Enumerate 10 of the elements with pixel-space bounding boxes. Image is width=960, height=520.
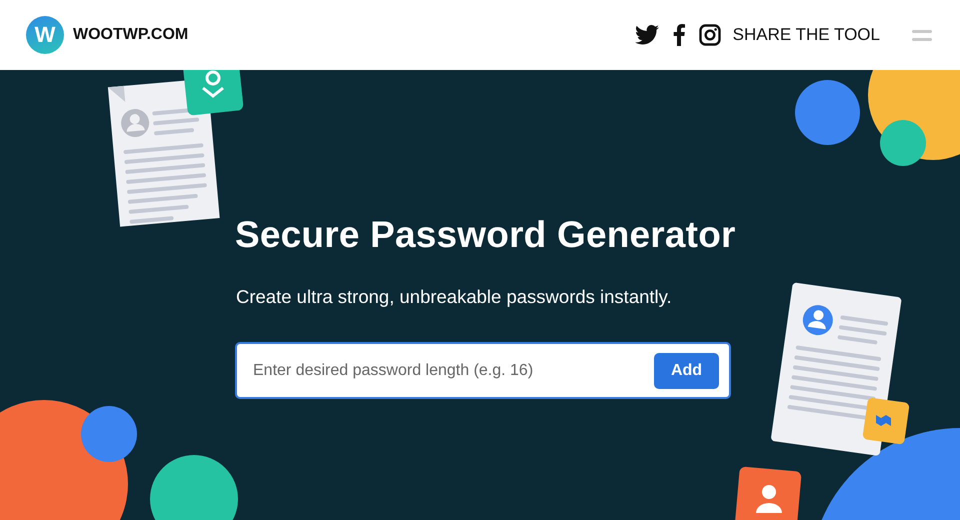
add-button[interactable]: Add	[654, 352, 719, 388]
logo-badge[interactable]: W	[26, 16, 64, 54]
site-name[interactable]: WOOTWP.COM	[73, 26, 188, 44]
page-subtitle: Create ultra strong, unbreakable passwords instantly.	[236, 286, 673, 308]
facebook-icon[interactable]	[672, 24, 685, 46]
page-title: Secure Password Generator	[235, 214, 737, 256]
password-length-field[interactable]: Enter desired password length (e.g. 16) Add	[235, 342, 731, 399]
share-link[interactable]: SHARE THE TOOL	[732, 25, 880, 45]
twitter-bird-icon[interactable]	[634, 25, 659, 45]
instagram-icon[interactable]	[698, 24, 721, 46]
